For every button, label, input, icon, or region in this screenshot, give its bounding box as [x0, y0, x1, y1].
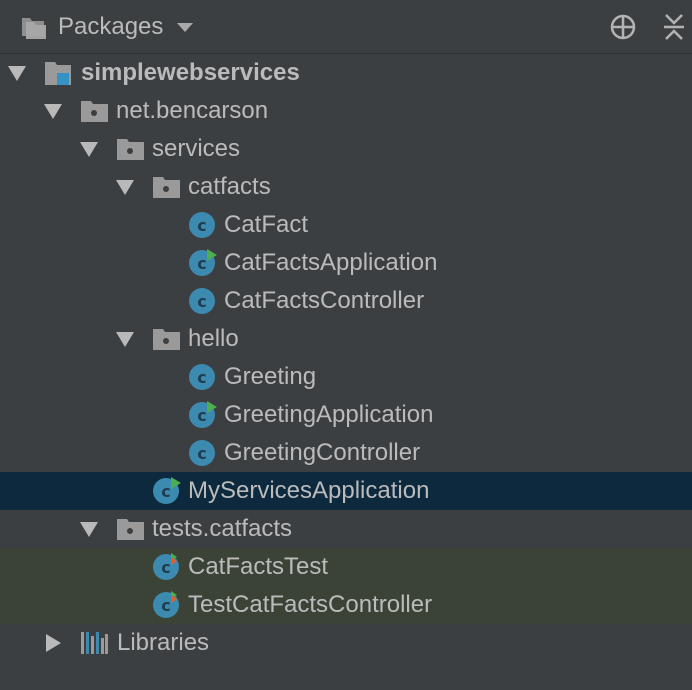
class-icon: c: [188, 362, 218, 392]
class-icon: c: [188, 210, 218, 240]
tree-node-project[interactable]: simplewebservices: [0, 54, 692, 92]
node-label: catfacts: [188, 173, 271, 200]
node-label: GreetingController: [224, 439, 421, 466]
tree-node-class-myservicesapplication[interactable]: c MyServicesApplication: [0, 472, 692, 510]
runnable-class-icon: c: [188, 248, 218, 278]
tree-node-package-tests-catfacts[interactable]: tests.catfacts: [0, 510, 692, 548]
view-selector[interactable]: Packages: [20, 0, 194, 54]
class-icon: c: [188, 286, 218, 316]
node-label: GreetingApplication: [224, 401, 434, 428]
tree-node-package-hello[interactable]: hello: [0, 320, 692, 358]
node-label: net.bencarson: [116, 97, 269, 124]
node-label: CatFact: [224, 211, 309, 238]
svg-text:c: c: [161, 558, 170, 577]
tool-window-header: Packages: [0, 0, 692, 54]
module-icon: [44, 58, 74, 88]
tree-node-class-catfact[interactable]: c CatFact: [0, 206, 692, 244]
svg-text:c: c: [197, 406, 206, 425]
tree-node-class-greeting[interactable]: c Greeting: [0, 358, 692, 396]
svg-text:c: c: [197, 292, 206, 311]
expand-arrow-icon[interactable]: [44, 104, 62, 119]
svg-text:c: c: [197, 368, 206, 387]
node-label: tests.catfacts: [152, 515, 293, 542]
locate-button[interactable]: [608, 12, 638, 42]
tree-node-libraries[interactable]: Libraries: [0, 624, 692, 662]
package-icon: [116, 514, 146, 544]
svg-text:c: c: [161, 596, 170, 615]
collapse-all-icon: [664, 14, 684, 40]
test-class-icon: c: [152, 552, 182, 582]
expand-arrow-icon[interactable]: [80, 522, 98, 537]
tree-node-class-testcatfactscontroller[interactable]: c TestCatFactsController: [0, 586, 692, 624]
collapsed-arrow-icon[interactable]: [46, 634, 61, 652]
node-label: Greeting: [224, 363, 317, 390]
node-label: Libraries: [117, 629, 210, 656]
package-icon: [152, 172, 182, 202]
tree-node-package-catfacts[interactable]: catfacts: [0, 168, 692, 206]
tree-node-class-greetingapplication[interactable]: c GreetingApplication: [0, 396, 692, 434]
package-icon: [152, 324, 182, 354]
tree-node-class-greetingcontroller[interactable]: c GreetingController: [0, 434, 692, 472]
node-label: CatFactsApplication: [224, 249, 438, 276]
svg-text:c: c: [197, 216, 206, 235]
expand-arrow-icon[interactable]: [8, 66, 26, 81]
node-label: MyServicesApplication: [188, 477, 430, 504]
svg-text:c: c: [197, 444, 206, 463]
test-class-icon: c: [152, 590, 182, 620]
tree-node-class-catfactsapplication[interactable]: c CatFactsApplication: [0, 244, 692, 282]
class-icon: c: [188, 438, 218, 468]
expand-arrow-icon[interactable]: [116, 180, 134, 195]
packages-view-icon: [20, 14, 48, 40]
svg-text:c: c: [161, 482, 170, 501]
chevron-down-icon[interactable]: [177, 22, 194, 32]
node-label: CatFactsTest: [188, 553, 329, 580]
expand-arrow-icon[interactable]: [80, 142, 98, 157]
package-icon: [116, 134, 146, 164]
runnable-class-icon: c: [152, 476, 182, 506]
tree-node-package-net-bencarson[interactable]: net.bencarson: [0, 92, 692, 130]
project-name: simplewebservices: [81, 59, 300, 86]
runnable-class-icon: c: [188, 400, 218, 430]
tree-node-package-services[interactable]: services: [0, 130, 692, 168]
view-title: Packages: [58, 13, 164, 40]
libraries-icon: [80, 628, 110, 658]
expand-arrow-icon[interactable]: [116, 332, 134, 347]
tree-node-class-catfactstest[interactable]: c CatFactsTest: [0, 548, 692, 586]
node-label: services: [152, 135, 241, 162]
node-label: TestCatFactsController: [188, 591, 433, 618]
node-label: hello: [188, 325, 239, 352]
package-icon: [80, 96, 110, 126]
svg-text:c: c: [197, 254, 206, 273]
collapse-all-button[interactable]: [660, 12, 688, 42]
node-label: CatFactsController: [224, 287, 425, 314]
tree-node-class-catfactscontroller[interactable]: c CatFactsController: [0, 282, 692, 320]
crosshair-icon: [610, 14, 636, 40]
